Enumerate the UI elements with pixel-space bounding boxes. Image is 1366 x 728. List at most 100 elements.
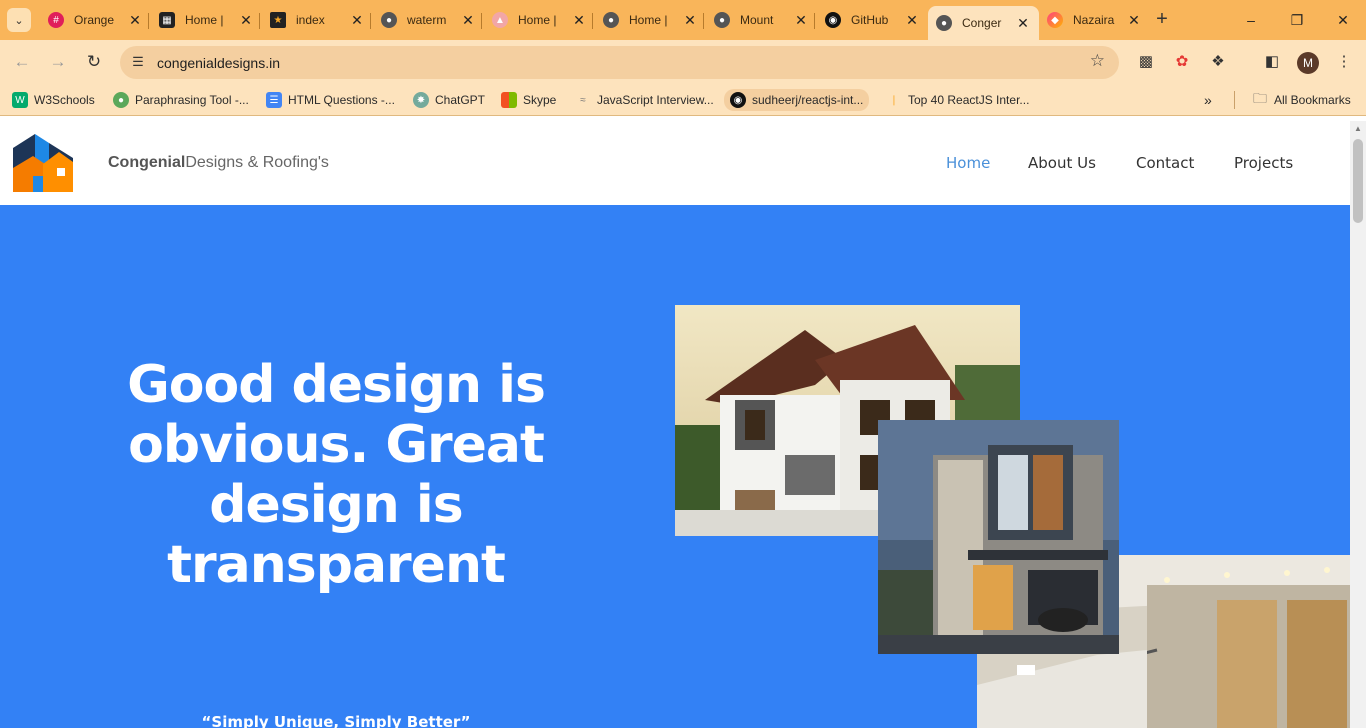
- extension-color-icon[interactable]: ✿: [1172, 52, 1192, 72]
- robot-icon: ●: [113, 92, 129, 108]
- doc-icon: ☰: [266, 92, 282, 108]
- bookmark-item[interactable]: ≈ JavaScript Interview...: [575, 91, 713, 109]
- site-logo[interactable]: [13, 134, 73, 192]
- close-icon[interactable]: ✕: [1126, 12, 1142, 29]
- bookmark-item[interactable]: ● Paraphrasing Tool -...: [113, 91, 249, 109]
- star-icon: ★: [270, 12, 286, 28]
- bookmark-item[interactable]: ◉ sudheerj/reactjs-int...: [724, 89, 870, 111]
- nav-projects[interactable]: Projects: [1234, 154, 1293, 172]
- tab-strip: ⌄ # Orange ✕ ▦ Home | ✕ ★ index ✕ ● wate…: [0, 0, 1366, 40]
- close-icon[interactable]: ✕: [571, 12, 587, 29]
- tab-3[interactable]: ● waterm ✕: [373, 6, 484, 34]
- slack-icon: #: [48, 12, 64, 28]
- tab-5[interactable]: ● Home | ✕: [595, 6, 706, 34]
- close-window-button[interactable]: ✕: [1331, 8, 1355, 32]
- page-scrollbar[interactable]: ▲: [1350, 121, 1366, 728]
- close-icon[interactable]: ✕: [904, 12, 920, 29]
- extension-dashlane-icon[interactable]: ▩: [1136, 52, 1156, 72]
- back-button[interactable]: ←: [10, 50, 34, 74]
- scroll-up-icon[interactable]: ▲: [1354, 124, 1362, 133]
- bar-icon: ❘: [889, 94, 899, 106]
- tab-title: Mount: [740, 13, 774, 27]
- nav-contact[interactable]: Contact: [1136, 154, 1194, 172]
- side-panel-icon[interactable]: ◧: [1262, 52, 1282, 72]
- bookmarks-bar: W W3Schools ● Paraphrasing Tool -... ☰ HTML…: [0, 84, 1366, 116]
- brand-bold: Congenial: [108, 154, 186, 171]
- wave-icon: ≈: [580, 94, 586, 106]
- double-chevron-right-icon: »: [1204, 92, 1212, 108]
- globe-icon: ●: [936, 15, 952, 31]
- tab-2[interactable]: ★ index ✕: [262, 6, 373, 34]
- scroll-thumb[interactable]: [1353, 139, 1363, 223]
- tab-4[interactable]: ▲ Home | ✕: [484, 6, 595, 34]
- tab-7[interactable]: ◉ GitHub ✕: [817, 6, 928, 34]
- tab-0[interactable]: # Orange ✕: [40, 6, 151, 34]
- tab-8-active[interactable]: ● Conger ✕: [928, 6, 1039, 40]
- new-tab-button[interactable]: +: [1151, 8, 1173, 32]
- globe-icon: ●: [603, 12, 619, 28]
- close-icon[interactable]: ✕: [460, 12, 476, 29]
- address-bar[interactable]: ☰ congenialdesigns.in ☆: [120, 46, 1119, 79]
- github-icon: ◉: [730, 92, 746, 108]
- site-info-icon[interactable]: ☰: [129, 53, 147, 71]
- globe-icon: ●: [381, 12, 397, 28]
- close-icon[interactable]: ✕: [682, 12, 698, 29]
- tab-title: Orange: [74, 13, 115, 27]
- more-bookmarks-button[interactable]: »: [1204, 91, 1212, 109]
- diamond-icon: ◆: [1047, 12, 1063, 28]
- reload-button[interactable]: ↻: [82, 50, 106, 74]
- tab-6[interactable]: ● Mount ✕: [706, 6, 817, 34]
- tab-title: Conger: [962, 16, 1002, 30]
- restore-button[interactable]: ❐: [1285, 8, 1309, 32]
- arrow-right-icon: →: [49, 52, 67, 71]
- profile-avatar[interactable]: M: [1297, 52, 1319, 74]
- w3schools-icon: W: [12, 92, 28, 108]
- bookmark-item[interactable]: W W3Schools: [12, 91, 95, 109]
- tab-9[interactable]: ◆ Nazaira ✕: [1039, 6, 1150, 34]
- forward-button[interactable]: →: [46, 50, 70, 74]
- extensions-puzzle-icon[interactable]: ❖: [1208, 52, 1228, 72]
- close-icon[interactable]: ✕: [127, 12, 143, 29]
- bookmark-item[interactable]: ☰ HTML Questions -...: [266, 91, 395, 109]
- nav-about-us[interactable]: About Us: [1028, 154, 1096, 172]
- bookmark-star-icon[interactable]: ☆: [1090, 51, 1105, 71]
- menu-kebab-icon[interactable]: ⋮: [1334, 52, 1354, 72]
- minimize-icon: –: [1247, 12, 1255, 28]
- dome-icon: ▲: [492, 12, 508, 28]
- brand-rest: Designs & Roofing's: [185, 154, 329, 171]
- hero-tagline: “Simply Unique, Simply Better”: [201, 713, 471, 728]
- tab-title: waterm: [407, 13, 447, 27]
- chatgpt-icon: ✸: [413, 92, 429, 108]
- close-icon[interactable]: ✕: [238, 12, 254, 29]
- tab-1[interactable]: ▦ Home | ✕: [151, 6, 262, 34]
- bookmark-item[interactable]: ❘ Top 40 ReactJS Inter...: [886, 91, 1030, 109]
- arrow-left-icon: ←: [13, 52, 31, 71]
- close-icon[interactable]: ✕: [793, 12, 809, 29]
- bookmark-item[interactable]: Skype: [501, 91, 556, 109]
- minimize-button[interactable]: –: [1239, 8, 1263, 32]
- site-header: CongenialDesigns & Roofing's Home About …: [0, 121, 1350, 205]
- tab-title: Nazaira: [1073, 13, 1115, 27]
- url-text[interactable]: congenialdesigns.in: [157, 55, 280, 71]
- tab-title: Home |: [518, 13, 557, 27]
- tab-title: GitHub: [851, 13, 889, 27]
- site-brand[interactable]: CongenialDesigns & Roofing's: [108, 154, 329, 172]
- nav-home[interactable]: Home: [946, 154, 990, 172]
- bookmark-item[interactable]: ✸ ChatGPT: [413, 91, 485, 109]
- github-icon: ◉: [825, 12, 841, 28]
- windows-icon: [501, 92, 517, 108]
- globe-icon: ●: [714, 12, 730, 28]
- tab-title: Home |: [629, 13, 668, 27]
- close-icon[interactable]: ✕: [1015, 15, 1031, 32]
- tab-search-button[interactable]: ⌄: [7, 8, 31, 32]
- browser-toolbar: ← → ↻ ☰ congenialdesigns.in ☆ ▩ ✿ ❖ ◧ ⋮: [0, 40, 1366, 84]
- restore-icon: ❐: [1290, 12, 1304, 28]
- chevron-down-icon: ⌄: [14, 14, 24, 27]
- web-page: CongenialDesigns & Roofing's Home About …: [0, 121, 1350, 728]
- all-bookmarks-button[interactable]: 🗀 All Bookmarks: [1252, 90, 1351, 109]
- tab-title: Home |: [185, 13, 224, 27]
- tab-title: index: [296, 13, 325, 27]
- folder-icon: 🗀: [1253, 90, 1267, 106]
- grid-icon: ▦: [159, 12, 175, 28]
- close-icon[interactable]: ✕: [349, 12, 365, 29]
